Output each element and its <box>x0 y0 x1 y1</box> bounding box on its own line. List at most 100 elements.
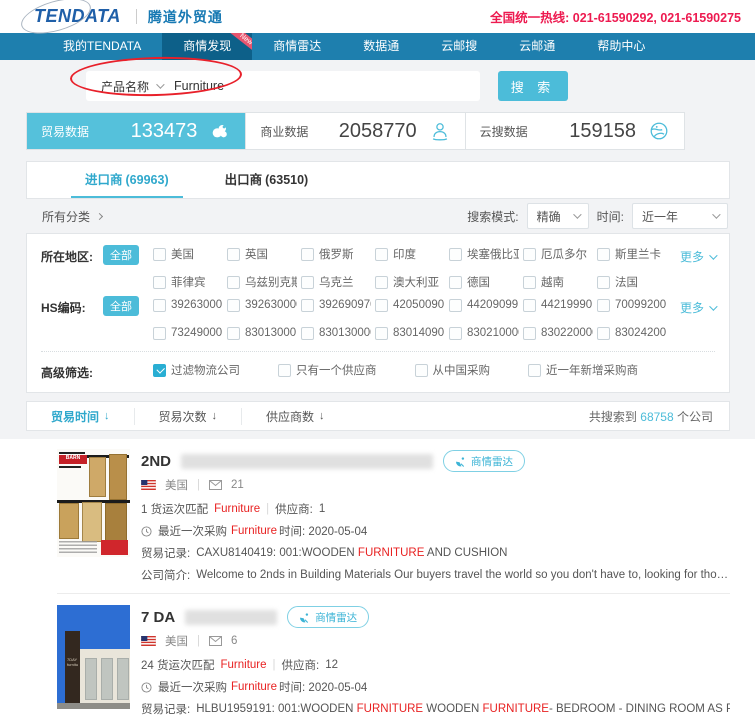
last-purchase-line: 最近一次采购 Furniture 时间: 2020-05-04 <box>141 679 730 695</box>
region-option[interactable]: 英国 <box>227 245 297 263</box>
company-photo-barn-doors[interactable]: BARN <box>57 449 130 557</box>
checkbox[interactable] <box>153 299 166 312</box>
hs-option[interactable]: 83013000 <box>227 324 297 342</box>
nav-cloud-mail-search[interactable]: 云邮搜 <box>420 33 498 60</box>
checkbox[interactable] <box>227 276 240 289</box>
region-option[interactable]: 澳大利亚 <box>375 273 445 291</box>
checkbox[interactable] <box>597 327 610 340</box>
checkbox[interactable] <box>375 299 388 312</box>
hs-option[interactable]: 8302200000 <box>523 324 593 342</box>
checkbox[interactable] <box>597 276 610 289</box>
hs-option[interactable]: 44209099 <box>449 296 519 314</box>
tab-importers[interactable]: 进口商(69963) <box>85 162 169 198</box>
stat-trade-data[interactable]: 贸易数据 133473 <box>27 113 246 149</box>
checkbox[interactable] <box>153 327 166 340</box>
sort-supplier-count[interactable]: 供应商数 ↓ <box>242 408 349 425</box>
region-option[interactable]: 厄瓜多尔 <box>523 245 593 263</box>
search-mode-select[interactable]: 精确 <box>527 203 589 229</box>
nav-cloud-mail[interactable]: 云邮通 <box>498 33 576 60</box>
adv-option-single-supplier[interactable]: 只有一个供应商 <box>278 361 377 379</box>
checkbox-checked[interactable] <box>153 364 166 377</box>
stat-cloud-search-data[interactable]: 云搜数据 159158 <box>466 113 684 149</box>
hs-option[interactable]: 3926909709 <box>301 296 371 314</box>
region-option[interactable]: 乌克兰 <box>301 273 371 291</box>
checkbox[interactable] <box>415 364 428 377</box>
checkbox[interactable] <box>597 248 610 261</box>
region-option[interactable]: 法国 <box>597 273 667 291</box>
region-option[interactable]: 埃塞俄比亚 <box>449 245 519 263</box>
hs-option[interactable]: 8302100000 <box>449 324 519 342</box>
hs-option[interactable]: 3926300000 <box>227 296 297 314</box>
adv-option-filter-logistics[interactable]: 过滤物流公司 <box>153 361 240 379</box>
checkbox[interactable] <box>301 299 314 312</box>
checkbox[interactable] <box>227 299 240 312</box>
nav-my-tendata[interactable]: 我的TENDATA <box>42 33 162 60</box>
checkbox[interactable] <box>375 276 388 289</box>
adv-option-new-buyers[interactable]: 近一年新增采购商 <box>528 361 638 379</box>
checkbox[interactable] <box>153 248 166 261</box>
checkbox[interactable] <box>523 276 536 289</box>
search-category-dropdown[interactable]: 产品名称 <box>86 78 174 95</box>
tendata-logo[interactable]: TENDATA <box>30 6 125 27</box>
hs-option[interactable]: 83014090 <box>375 324 445 342</box>
business-radar-button[interactable]: 商情雷达 <box>443 450 525 472</box>
checkbox[interactable] <box>523 248 536 261</box>
region-more-link[interactable]: 更多 <box>667 245 715 265</box>
hs-option[interactable]: 70099200 <box>597 296 667 314</box>
checkbox[interactable] <box>278 364 291 377</box>
checkbox[interactable] <box>227 248 240 261</box>
hs-option[interactable]: 83024200 <box>597 324 667 342</box>
checkbox[interactable] <box>449 299 462 312</box>
region-option[interactable]: 美国 <box>153 245 223 263</box>
region-option[interactable]: 菲律宾 <box>153 273 223 291</box>
company-photo-storefront[interactable]: 7DAY furniture <box>57 605 130 709</box>
checkbox[interactable] <box>449 248 462 261</box>
hs-option[interactable]: 44219990 <box>523 296 593 314</box>
region-option[interactable]: 乌兹别克斯... <box>227 273 297 291</box>
adv-option-buy-from-china[interactable]: 从中国采购 <box>415 361 491 379</box>
sort-trade-count[interactable]: 贸易次数 ↓ <box>135 408 243 425</box>
hs-option[interactable]: 42050090 <box>375 296 445 314</box>
checkbox[interactable] <box>523 327 536 340</box>
nav-data-hub[interactable]: 数据通 <box>342 33 420 60</box>
region-all-button[interactable]: 全部 <box>103 245 139 265</box>
search-button[interactable]: 搜 索 <box>498 71 568 101</box>
hs-more-link[interactable]: 更多 <box>667 296 715 316</box>
checkbox[interactable] <box>301 327 314 340</box>
hs-option[interactable]: 39263000 <box>153 296 223 314</box>
checkbox[interactable] <box>597 299 610 312</box>
checkbox[interactable] <box>227 327 240 340</box>
checkbox[interactable] <box>375 327 388 340</box>
region-option[interactable]: 印度 <box>375 245 445 263</box>
checkbox[interactable] <box>153 276 166 289</box>
hs-all-button[interactable]: 全部 <box>103 296 139 316</box>
arrow-down-icon: ↓ <box>212 410 218 422</box>
region-option[interactable]: 俄罗斯 <box>301 245 371 263</box>
time-range-select[interactable]: 近一年 <box>632 203 728 229</box>
stat-business-data[interactable]: 商业数据 2058770 <box>246 113 465 149</box>
checkbox[interactable] <box>301 276 314 289</box>
region-option[interactable]: 越南 <box>523 273 593 291</box>
nav-help-center[interactable]: 帮助中心 <box>576 33 666 60</box>
logo-divider <box>136 9 137 24</box>
hs-option[interactable]: 8301300000 <box>301 324 371 342</box>
checkbox[interactable] <box>523 299 536 312</box>
hs-option[interactable]: 73249000 <box>153 324 223 342</box>
checkbox[interactable] <box>301 248 314 261</box>
tab-exporters[interactable]: 出口商(63510) <box>225 162 309 198</box>
sort-trade-time[interactable]: 贸易时间 ↓ <box>43 408 135 425</box>
checkbox[interactable] <box>375 248 388 261</box>
checkbox[interactable] <box>449 276 462 289</box>
radar-icon <box>455 456 466 467</box>
all-categories-link[interactable]: 所有分类 <box>42 208 102 225</box>
region-option[interactable]: 德国 <box>449 273 519 291</box>
nav-business-radar[interactable]: 商情雷达 <box>252 33 342 60</box>
region-option[interactable]: 斯里兰卡 <box>597 245 667 263</box>
checkbox[interactable] <box>449 327 462 340</box>
company-name[interactable]: 7 DA <box>141 609 175 626</box>
business-radar-button[interactable]: 商情雷达 <box>287 606 369 628</box>
nav-business-discovery[interactable]: 商情发现 New <box>162 33 252 60</box>
company-name[interactable]: 2ND <box>141 453 171 470</box>
checkbox[interactable] <box>528 364 541 377</box>
search-input[interactable] <box>174 79 480 93</box>
